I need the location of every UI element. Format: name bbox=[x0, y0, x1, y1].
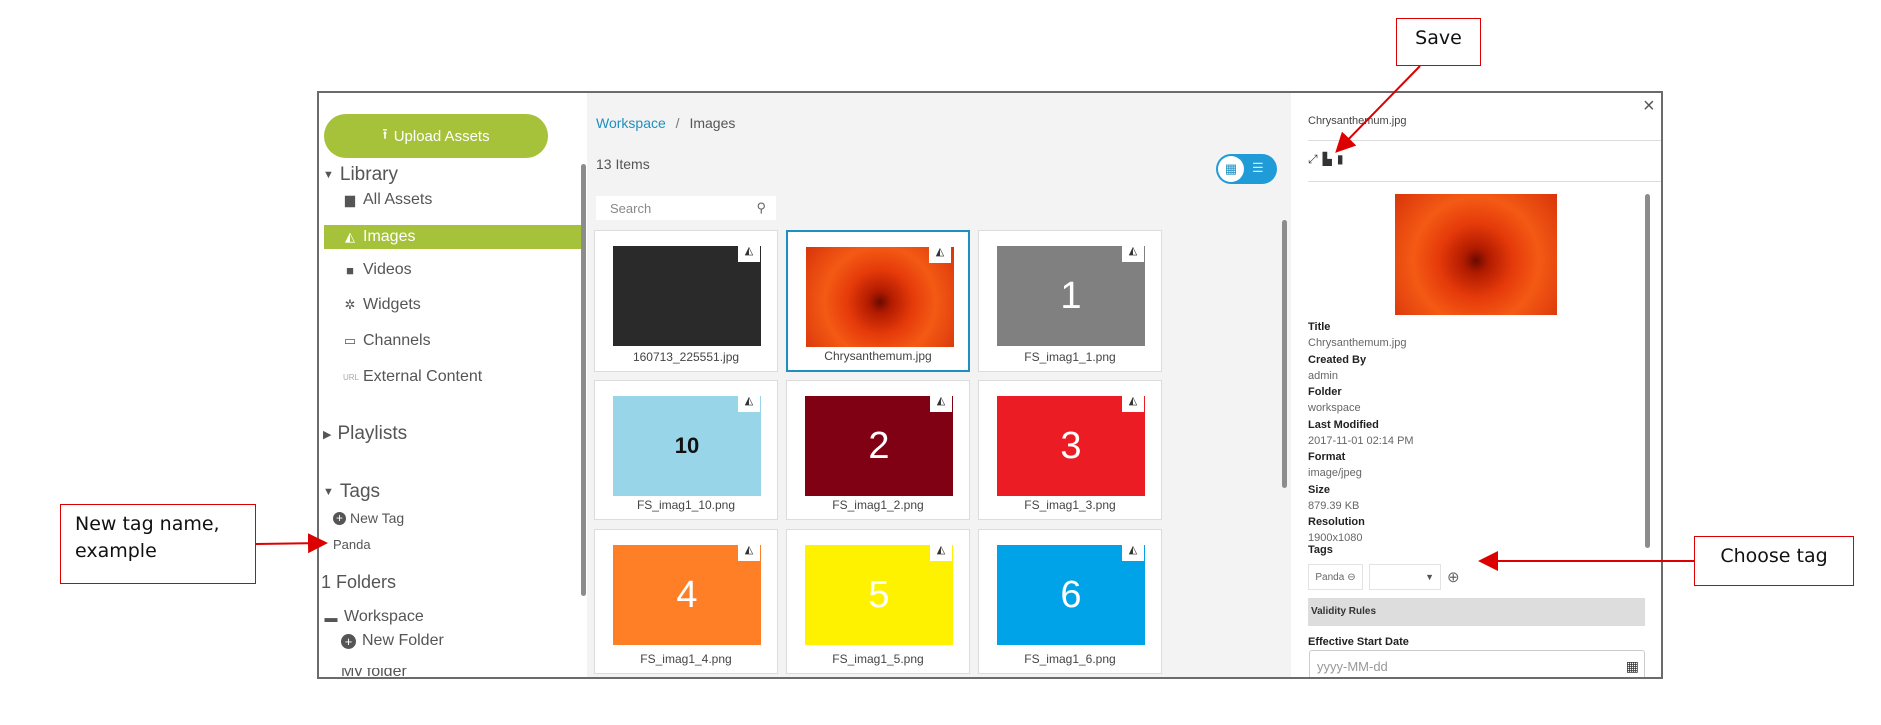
arrow-new-tag bbox=[255, 533, 328, 554]
annotation-arrows bbox=[255, 65, 1694, 571]
arrow-save bbox=[1335, 65, 1421, 153]
